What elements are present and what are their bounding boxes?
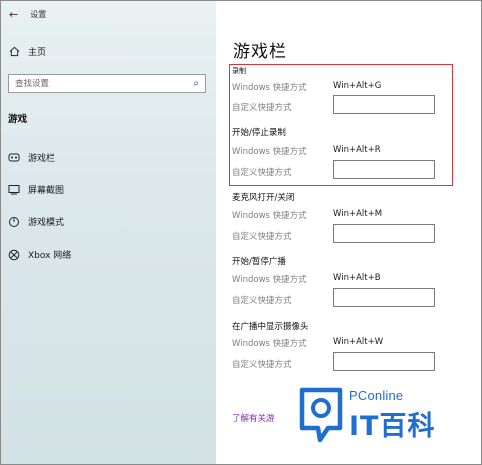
- pconline-logo-icon: [299, 387, 343, 443]
- game-bar-icon: [8, 152, 20, 164]
- custom-shortcut-input[interactable]: [334, 293, 434, 310]
- watermark: PConline IT百科: [276, 378, 480, 464]
- group-title: 在广播中显示摄像头: [232, 322, 309, 332]
- sidebar-item-game-mode[interactable]: 游戏模式: [8, 215, 64, 228]
- xbox-icon: [8, 249, 20, 261]
- custom-shortcut-input[interactable]: [334, 357, 434, 374]
- watermark-top-text: PConline: [349, 388, 404, 403]
- windows-shortcut-value: Win+Alt+G: [333, 81, 382, 91]
- custom-shortcut-label: 自定义快捷方式: [232, 103, 292, 113]
- search-box[interactable]: ⌕: [8, 74, 206, 93]
- sidebar-item-label: 游戏栏: [28, 154, 56, 164]
- sidebar-item-label: 屏幕截图: [28, 186, 65, 196]
- sidebar-item-label: 游戏模式: [28, 218, 65, 228]
- sidebar-item-xbox[interactable]: Xbox 网络: [8, 248, 71, 261]
- windows-shortcut-value: Win+Alt+W: [333, 337, 384, 347]
- group-title: 麦克风打开/关闭: [232, 193, 295, 203]
- sidebar-item-screenshots[interactable]: 屏幕截图: [8, 183, 64, 196]
- custom-shortcut-field[interactable]: [333, 95, 435, 117]
- windows-shortcut-value: Win+Alt+R: [333, 145, 381, 155]
- custom-shortcut-label: 自定义快捷方式: [232, 360, 292, 370]
- sidebar-section-title: 游戏: [8, 114, 28, 125]
- title-bar: ← 设置: [9, 7, 46, 21]
- custom-shortcut-input[interactable]: [334, 165, 434, 182]
- group-title: 录制: [232, 67, 246, 75]
- page-title: 游戏栏: [233, 42, 287, 62]
- sidebar-item-label: Xbox 网络: [28, 251, 72, 261]
- game-mode-icon: [8, 216, 20, 228]
- back-arrow-icon[interactable]: ←: [9, 8, 18, 21]
- learn-more-link[interactable]: 了解有关游: [232, 412, 275, 424]
- sidebar-item-label: 主页: [28, 48, 47, 58]
- windows-shortcut-label: Windows 快捷方式: [232, 211, 307, 221]
- custom-shortcut-field[interactable]: [333, 224, 435, 246]
- group-title: 开始/停止录制: [232, 128, 286, 138]
- search-icon[interactable]: ⌕: [193, 78, 199, 89]
- home-icon: [8, 46, 20, 58]
- settings-sidebar: ← 设置 主页 ⌕ 游戏 游戏栏 屏幕截图 游戏模式 Xbox 网络: [1, 1, 216, 464]
- sidebar-item-home[interactable]: 主页: [8, 45, 46, 58]
- sidebar-item-game-bar[interactable]: 游戏栏: [8, 151, 55, 164]
- window-title: 设置: [30, 9, 47, 19]
- custom-shortcut-field[interactable]: [333, 288, 435, 310]
- group-title: 开始/暂停广播: [232, 257, 286, 267]
- windows-shortcut-value: Win+Alt+B: [333, 273, 381, 283]
- windows-shortcut-label: Windows 快捷方式: [232, 275, 307, 285]
- custom-shortcut-input[interactable]: [334, 229, 434, 246]
- custom-shortcut-input[interactable]: [334, 100, 434, 117]
- watermark-brand-text: IT百科: [349, 411, 436, 442]
- windows-shortcut-label: Windows 快捷方式: [232, 83, 307, 93]
- windows-shortcut-label: Windows 快捷方式: [232, 339, 307, 349]
- custom-shortcut-label: 自定义快捷方式: [232, 232, 292, 242]
- custom-shortcut-label: 自定义快捷方式: [232, 168, 292, 178]
- windows-shortcut-value: Win+Alt+M: [333, 209, 383, 219]
- custom-shortcut-field[interactable]: [333, 160, 435, 182]
- custom-shortcut-field[interactable]: [333, 352, 435, 374]
- windows-shortcut-label: Windows 快捷方式: [232, 147, 307, 157]
- custom-shortcut-label: 自定义快捷方式: [232, 296, 292, 306]
- search-input[interactable]: [15, 78, 194, 89]
- screenshot-icon: [8, 184, 20, 196]
